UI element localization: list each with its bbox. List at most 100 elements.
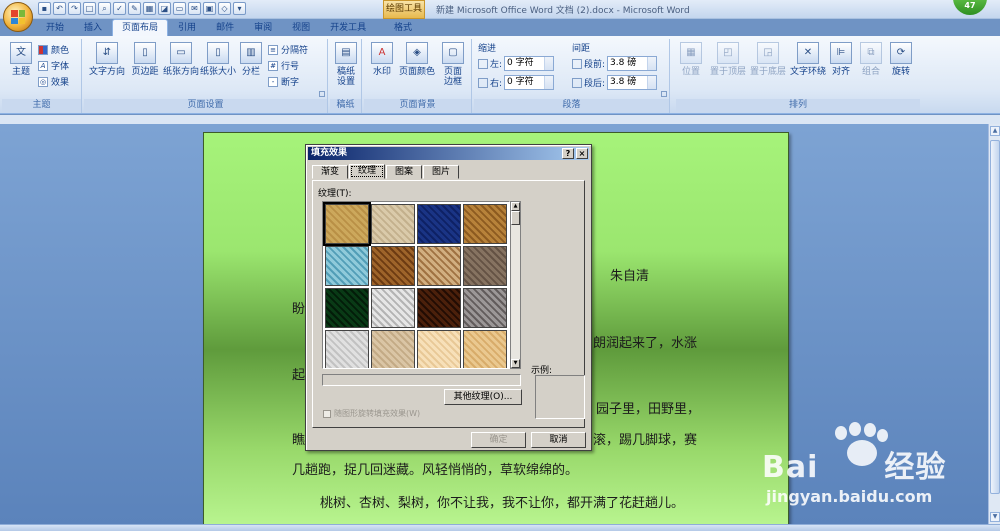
office-logo-icon — [11, 10, 25, 24]
office-button[interactable] — [3, 2, 33, 32]
tab-references[interactable]: 引用 — [168, 19, 206, 36]
print-preview-icon[interactable]: ⌕ — [98, 2, 111, 15]
texture-swatch-paper-bag[interactable] — [371, 246, 415, 286]
close-button[interactable]: × — [576, 148, 588, 159]
rotate-with-shape-checkbox[interactable]: 随图形旋转填充效果(W) — [323, 408, 420, 419]
indent-left-field[interactable]: 左: 0 字符 — [478, 56, 555, 71]
table-icon[interactable]: ▦ — [143, 2, 156, 15]
size-button[interactable]: ▯ 纸张大小 — [200, 42, 236, 77]
tab-picture[interactable]: 图片 — [423, 165, 460, 179]
align-label: 对齐 — [831, 67, 850, 77]
text-wrapping-label: 文字环绕 — [789, 67, 826, 77]
tab-pattern[interactable]: 图案 — [386, 165, 423, 179]
other-texture-button[interactable]: 其他纹理(O)... — [444, 389, 522, 405]
tab-review[interactable]: 审阅 — [244, 19, 282, 36]
spacing-before-input[interactable]: 3.8 磅 — [607, 56, 658, 71]
tab-insert[interactable]: 插入 — [74, 19, 112, 36]
tab-home[interactable]: 开始 — [36, 19, 74, 36]
texture-swatch-brown-marble[interactable] — [417, 288, 461, 328]
indent-left-input[interactable]: 0 字符 — [504, 56, 555, 71]
paragraph-launcher-icon[interactable] — [661, 91, 667, 97]
bring-to-front-button[interactable]: ◰ 置于顶层 — [708, 42, 748, 77]
customize-qat-icon[interactable]: ▾ — [233, 2, 246, 15]
text-line-4: 园子里，田野里， — [596, 402, 701, 417]
undo-icon[interactable]: ↶ — [53, 2, 66, 15]
texture-swatch-granite[interactable] — [463, 288, 507, 328]
tab-gradient[interactable]: 渐变 — [312, 165, 349, 179]
spacing-after-field[interactable]: 段后: 3.8 磅 — [572, 75, 658, 90]
format-painter-icon[interactable]: ✎ — [128, 2, 141, 15]
indent-right-field[interactable]: 右: 0 字符 — [478, 75, 555, 90]
texture-swatch-canvas[interactable] — [371, 204, 415, 244]
margins-button[interactable]: ▯ 页边距 — [128, 42, 162, 77]
page-setup-launcher-icon[interactable] — [319, 91, 325, 97]
open-icon[interactable]: ▭ — [173, 2, 186, 15]
status-bar — [0, 524, 1000, 531]
columns-button[interactable]: ▥ 分栏 — [237, 42, 265, 77]
page-borders-button[interactable]: ▢ 页面 边框 — [438, 42, 468, 87]
texture-scroll-down-icon[interactable]: ▼ — [511, 359, 520, 368]
texture-swatch-white-marble[interactable] — [371, 288, 415, 328]
new-doc-icon[interactable]: □ — [83, 2, 96, 15]
texture-swatch-water-droplets[interactable] — [325, 246, 369, 286]
align-button[interactable]: ⊫ 对齐 — [828, 42, 854, 77]
tab-view[interactable]: 视图 — [282, 19, 320, 36]
texture-swatch-parchment[interactable] — [417, 330, 461, 368]
spelling-icon[interactable]: ✓ — [113, 2, 126, 15]
dialog-tabs: 渐变 纹理 图案 图片 — [312, 164, 460, 180]
group-objects-button[interactable]: ⧉ 组合 — [858, 42, 884, 77]
texture-scrollbar[interactable]: ▲ ▼ — [510, 201, 521, 369]
dialog-title-bar[interactable]: 填充效果 ? × — [308, 147, 589, 160]
texture-swatch-woven-mat[interactable] — [463, 204, 507, 244]
texture-swatch-papyrus[interactable] — [323, 202, 371, 246]
user-badge[interactable]: 47 — [953, 0, 987, 15]
drawing-icon[interactable]: ◪ — [158, 2, 171, 15]
send-to-back-button[interactable]: ◲ 置于底层 — [748, 42, 788, 77]
tab-developer[interactable]: 开发工具 — [320, 19, 376, 36]
baidu-brand-suffix: 经验 — [884, 450, 947, 485]
theme-effects-button[interactable]: ◎ 效果 — [38, 75, 69, 88]
texture-name-box — [322, 374, 521, 386]
spacing-before-field[interactable]: 段前: 3.8 磅 — [572, 56, 658, 71]
tab-mailings[interactable]: 邮件 — [206, 19, 244, 36]
texture-scroll-up-icon[interactable]: ▲ — [511, 202, 520, 211]
spacing-after-input[interactable]: 3.8 磅 — [607, 75, 658, 90]
tab-page-layout[interactable]: 页面布局 — [112, 19, 169, 36]
indent-right-input[interactable]: 0 字符 — [504, 75, 555, 90]
columns-icon: ▥ — [240, 42, 262, 64]
texture-scroll-thumb[interactable] — [511, 211, 520, 225]
text-direction-button[interactable]: ⇵ 文字方向 — [88, 42, 126, 77]
rotate-button[interactable]: ⟳ 旋转 — [888, 42, 914, 77]
orientation-button[interactable]: ▭ 纸张方向 — [163, 42, 199, 77]
texture-swatch-recycled-paper[interactable] — [371, 330, 415, 368]
breaks-button[interactable]: ≡ 分隔符 — [268, 43, 308, 56]
theme-colors-button[interactable]: 颜色 — [38, 43, 69, 56]
help-button[interactable]: ? — [562, 148, 574, 159]
save-icon[interactable]: ▪ — [38, 2, 51, 15]
page-color-button[interactable]: ◈ 页面颜色 — [398, 42, 436, 77]
theme-fonts-button[interactable]: A 字体 — [38, 59, 69, 72]
texture-swatch-green-marble[interactable] — [325, 288, 369, 328]
insert-icon[interactable]: ▣ — [203, 2, 216, 15]
line-numbers-button[interactable]: # 行号 — [268, 59, 299, 72]
cancel-button[interactable]: 取消 — [531, 432, 586, 448]
texture-swatch-denim[interactable] — [417, 204, 461, 244]
themes-button[interactable]: 文 主题 — [6, 42, 36, 77]
tab-texture[interactable]: 纹理 — [349, 164, 386, 179]
email-icon[interactable]: ✉ — [188, 2, 201, 15]
drawing-tools-context-tab[interactable]: 绘图工具 — [383, 0, 425, 19]
texture-swatch-fish-fossil[interactable] — [417, 246, 461, 286]
hyphenation-button[interactable]: - 断字 — [268, 75, 299, 88]
draft-settings-button[interactable]: ▤ 稿纸 设置 — [332, 42, 360, 87]
text-wrapping-button[interactable]: ✕ 文字环绕 — [788, 42, 828, 77]
ok-button[interactable]: 确定 — [471, 432, 526, 448]
scroll-up-icon[interactable]: ▲ — [990, 126, 1000, 136]
shape-icon[interactable]: ◇ — [218, 2, 231, 15]
position-button[interactable]: ▦ 位置 — [678, 42, 704, 77]
checkbox-box[interactable] — [323, 409, 331, 418]
texture-swatch-stationery[interactable] — [463, 330, 507, 368]
texture-swatch-newsprint[interactable] — [325, 330, 369, 368]
watermark-button[interactable]: A 水印 — [368, 42, 396, 77]
texture-swatch-sand[interactable] — [463, 246, 507, 286]
redo-icon[interactable]: ↷ — [68, 2, 81, 15]
